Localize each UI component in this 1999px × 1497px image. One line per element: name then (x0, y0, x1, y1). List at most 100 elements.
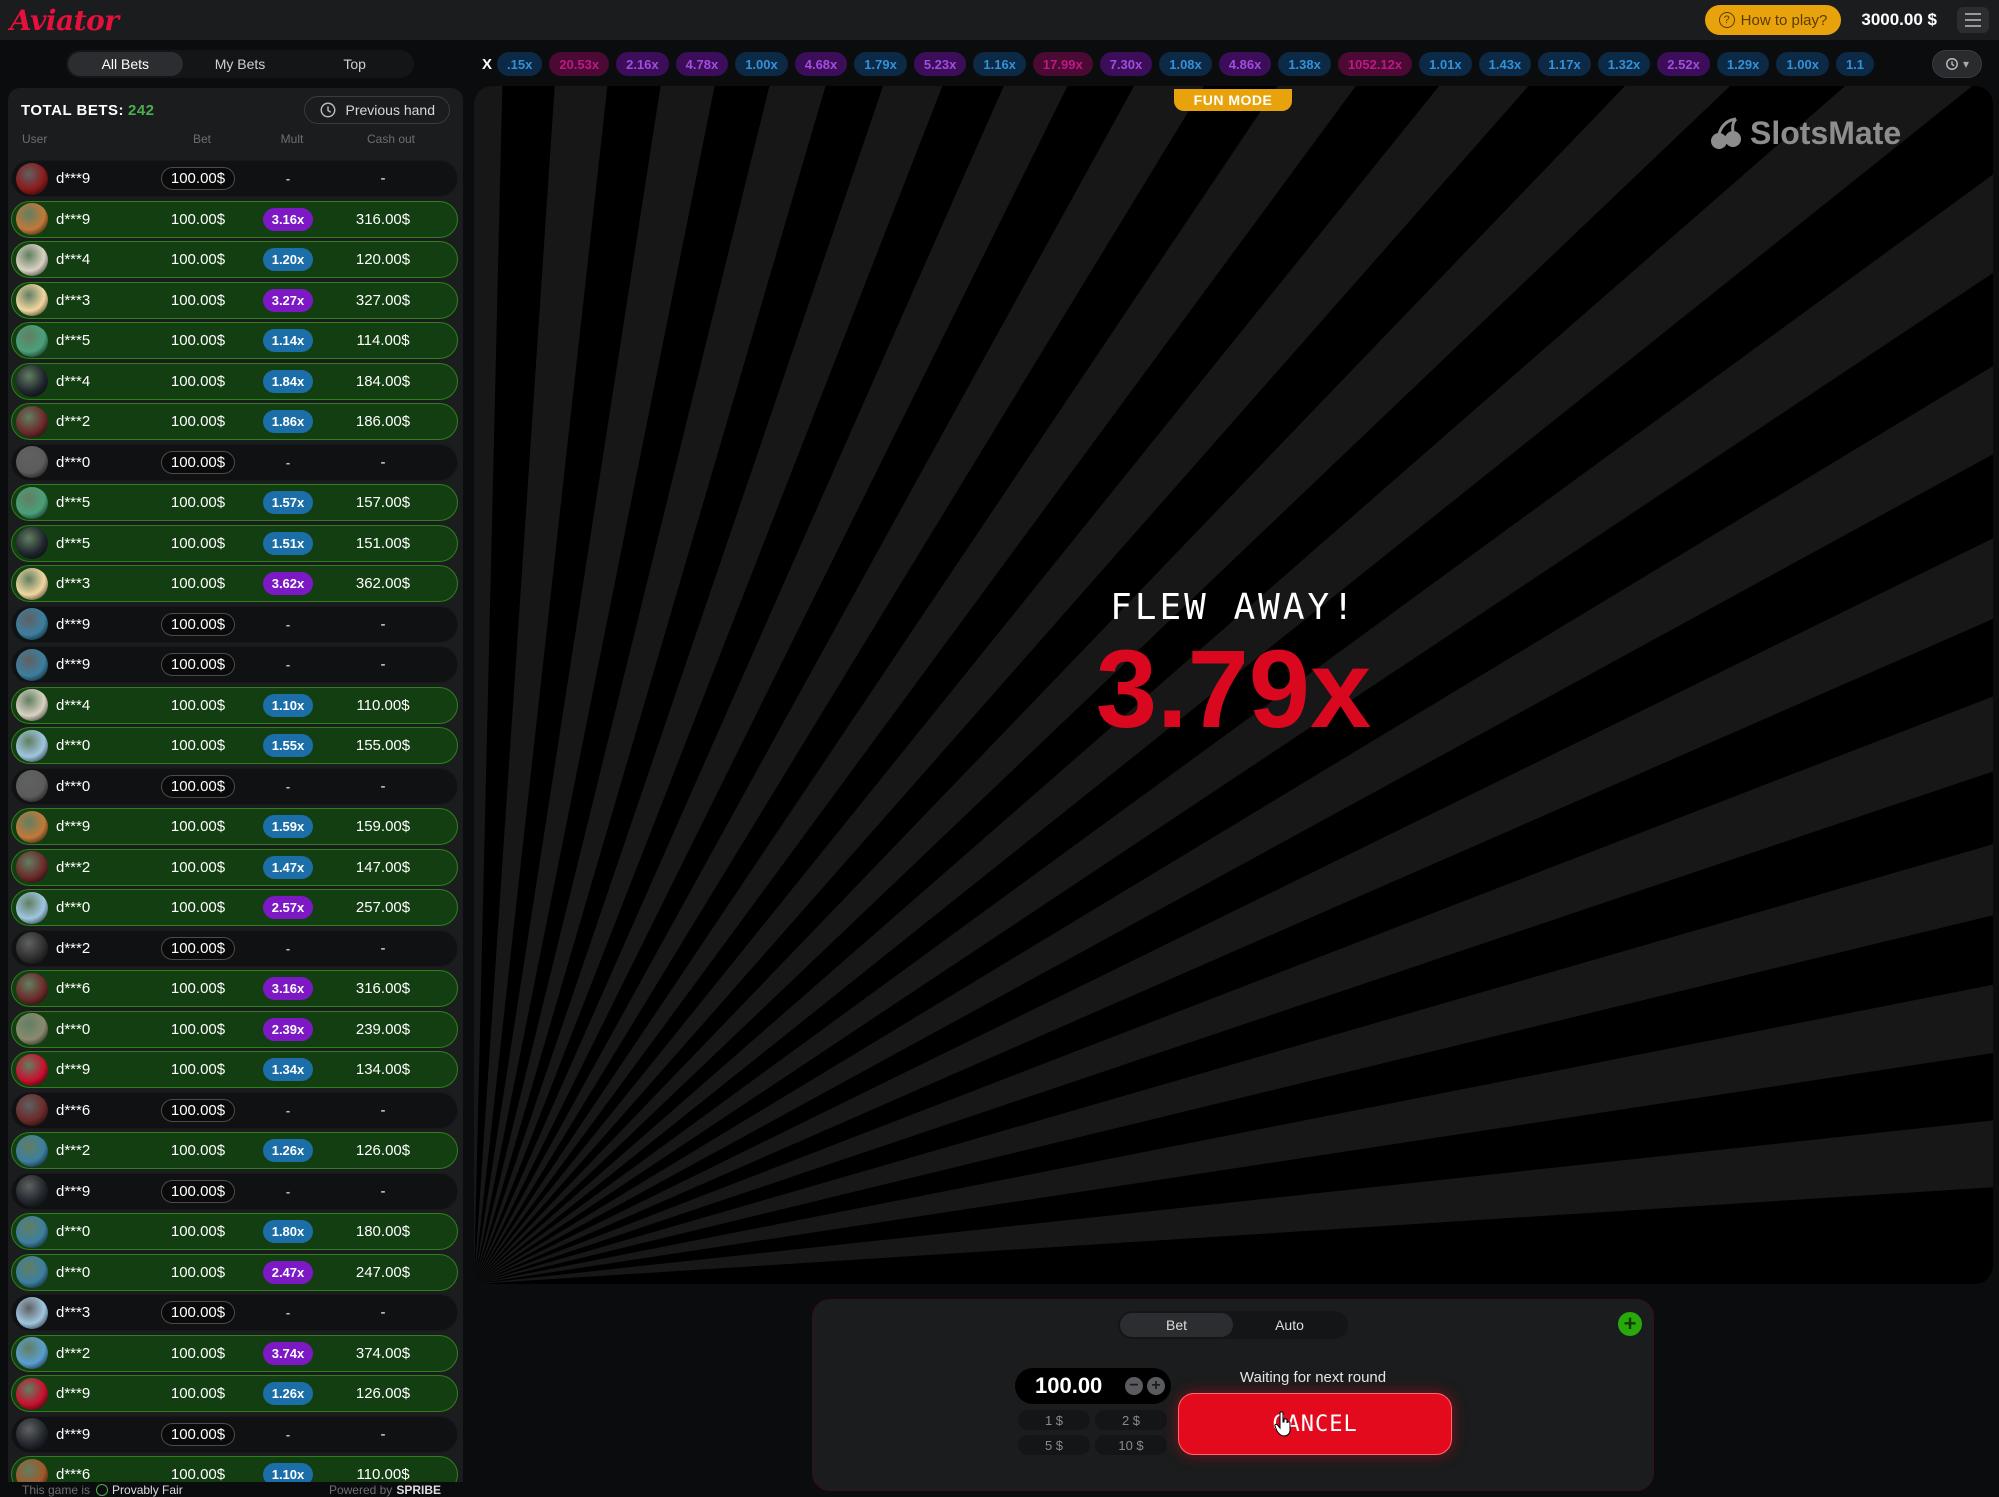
tab-all-bets[interactable]: All Bets (68, 52, 183, 76)
row-bet-value: 100.00$ (170, 1263, 226, 1281)
history-multiplier-chip[interactable]: 1.79x (854, 52, 907, 76)
history-multiplier-chip[interactable]: .15x (497, 52, 543, 76)
row-mult: 3.16x (248, 977, 328, 1000)
row-user: d***5 (56, 534, 91, 552)
row-user: d***6 (56, 980, 91, 997)
avatar (16, 1296, 48, 1329)
row-mult: 1.84x (248, 369, 328, 393)
row-mult: - (248, 657, 328, 672)
row-user: d***9 (56, 615, 91, 633)
row-mult: 1.10x (248, 693, 328, 717)
table-row: d***9 100.00$ - - (11, 1415, 458, 1453)
row-user: d***2 (56, 1344, 91, 1362)
row-bet-value: 100.00$ (170, 899, 226, 916)
row-bet-value: 100.00$ (170, 1142, 226, 1159)
crash-multiplier: 3.79x (1095, 628, 1372, 751)
row-cashout: 362.00$ (355, 575, 411, 592)
multiplier-empty: - (285, 657, 291, 672)
history-multiplier-chip[interactable]: 17.99x (1032, 52, 1093, 76)
total-bets-label: TOTAL BETS: (21, 101, 124, 119)
table-row: d***0 100.00$ - - (11, 443, 458, 481)
row-bet-value: 100.00$ (170, 332, 226, 349)
row-mult: 2.47x (248, 1260, 328, 1284)
row-mult: - (248, 1427, 328, 1442)
history-multiplier-chip[interactable]: 5.23x (913, 52, 967, 76)
history-multiplier-chip[interactable]: 1.08x (1159, 52, 1212, 76)
history-multiplier-chip[interactable]: 1.38x (1278, 52, 1331, 76)
row-cashout: 110.00$ (356, 1466, 410, 1483)
row-user: d***0 (56, 777, 91, 795)
avatar (16, 1013, 48, 1045)
question-icon: ? (1718, 12, 1735, 28)
row-cashout: 184.00$ (355, 372, 411, 390)
row-cashout: 134.00$ (355, 1061, 411, 1078)
history-multiplier-chip[interactable]: 1.1 (1835, 52, 1875, 76)
avatar (16, 689, 48, 721)
tab-top[interactable]: Top (297, 52, 412, 76)
quick-amount-1[interactable]: 1 $ (1018, 1410, 1090, 1430)
history-toggle-button[interactable]: ▾ (1932, 50, 1982, 78)
quick-amount-2[interactable]: 2 $ (1095, 1410, 1167, 1430)
history-multiplier-chip[interactable]: 4.68x (794, 52, 848, 76)
provably-fair-link[interactable]: Provably Fair (96, 1483, 183, 1497)
watermark-text: SlotsMate (1750, 115, 1902, 151)
history-multiplier-chip[interactable]: 1.17x (1538, 52, 1591, 76)
row-bet: 100.00$ (148, 1142, 248, 1159)
table-row: d***2 100.00$ 3.74x 374.00$ (11, 1334, 458, 1372)
history-multiplier-chip[interactable]: 20.53x (549, 52, 610, 76)
row-mult: - (248, 1103, 328, 1118)
add-bet-panel-icon[interactable]: + (1618, 1312, 1642, 1336)
history-multiplier-chip[interactable]: 1052.12x (1337, 52, 1413, 76)
row-user: d***2 (56, 413, 91, 430)
how-to-play-label: How to play? (1740, 11, 1828, 29)
how-to-play-button[interactable]: ? How to play? (1704, 5, 1842, 35)
bets-tabs: All Bets My Bets Top (66, 50, 414, 78)
table-row: d***6 100.00$ 3.16x 316.00$ (11, 970, 458, 1007)
row-bet: 100.00$ (148, 1021, 248, 1038)
multiplier-badge: 1.10x (262, 693, 314, 717)
history-multiplier-chip[interactable]: 1.16x (973, 52, 1026, 76)
history-multiplier-chip[interactable]: 2.16x (616, 52, 669, 76)
plus-icon[interactable]: + (1147, 1377, 1165, 1395)
table-row: d***0 100.00$ 2.47x 247.00$ (11, 1253, 458, 1291)
history-multiplier-chip[interactable]: 2.52x (1657, 52, 1710, 76)
row-bet: 100.00$ (148, 859, 248, 876)
row-mult: - (248, 1305, 328, 1320)
row-user: d***9 (56, 818, 91, 835)
row-user: d***5 (56, 494, 91, 511)
col-mult: Mult (280, 132, 304, 146)
bet-amount-input[interactable]: 100.00 − + (1015, 1368, 1171, 1404)
row-mult: 1.14x (248, 329, 328, 352)
row-bet: 100.00$ (148, 653, 248, 676)
history-multiplier-chip[interactable]: 4.86x (1218, 52, 1272, 76)
hand-cursor-icon (1274, 1411, 1291, 1437)
history-multiplier-chip[interactable]: 1.00x (1776, 52, 1829, 76)
history-multiplier-chip[interactable]: 1.29x (1716, 52, 1770, 76)
history-multiplier-chip[interactable]: 1.32x (1597, 52, 1651, 76)
history-multiplier-chip[interactable]: 1.43x (1478, 52, 1532, 76)
row-bet: 100.00$ (148, 575, 248, 592)
quick-amount-5[interactable]: 5 $ (1018, 1435, 1090, 1455)
menu-icon[interactable] (1957, 7, 1989, 33)
multiplier-badge: 1.26x (262, 1382, 314, 1405)
row-bet-value: 100.00$ (170, 737, 226, 754)
bets-rows: d***9 100.00$ - - d***9 100.00$ 3.16x 316.00$ d*… (11, 160, 458, 1497)
cancel-button[interactable]: CANCEL (1178, 1393, 1452, 1455)
row-mult: - (248, 617, 328, 632)
table-row: d***0 100.00$ 1.80x 180.00$ (11, 1213, 458, 1250)
history-multiplier-chip[interactable]: 4.78x (675, 52, 729, 76)
row-cashout: 110.00$ (356, 696, 410, 714)
footer-game-is: This game is (22, 1482, 91, 1497)
tab-my-bets[interactable]: My Bets (183, 52, 298, 76)
previous-hand-button[interactable]: Previous hand (304, 96, 450, 124)
history-multiplier-chip[interactable]: 1.00x (735, 52, 788, 76)
quick-amount-10[interactable]: 10 $ (1095, 1435, 1167, 1455)
aviator-logo[interactable]: Aviator (10, 4, 119, 37)
history-multiplier-chip[interactable]: 7.30x (1099, 52, 1153, 76)
row-bet-value: 100.00$ (170, 575, 226, 592)
history-multiplier-chip[interactable]: 1.01x (1419, 52, 1472, 76)
tab-auto[interactable]: Auto (1233, 1313, 1346, 1337)
tab-bet[interactable]: Bet (1120, 1313, 1233, 1337)
minus-icon[interactable]: − (1125, 1377, 1143, 1395)
row-user: d***4 (56, 372, 91, 390)
